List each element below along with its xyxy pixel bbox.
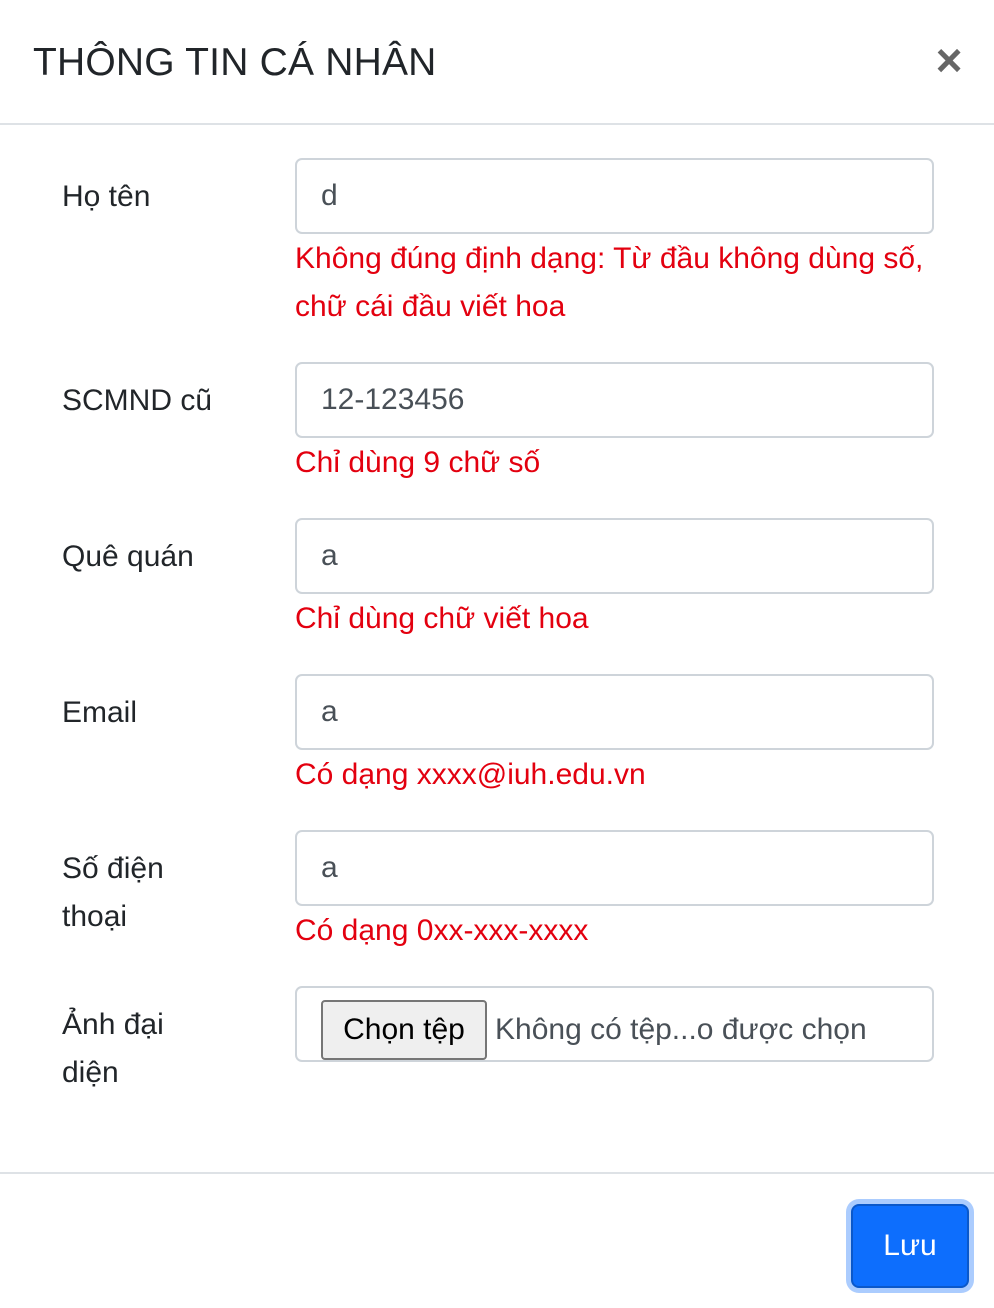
- avatar-file-input[interactable]: Chọn tệp Không có tệp...o được chọn: [295, 986, 934, 1062]
- personal-info-modal: THÔNG TIN CÁ NHÂN × Họ tên Không đúng đị…: [0, 0, 994, 1308]
- email-input[interactable]: [295, 674, 934, 750]
- id-number-label: SCMND cũ: [62, 384, 213, 417]
- phone-input[interactable]: [295, 830, 934, 906]
- phone-label: Số điện thoại: [62, 852, 164, 933]
- hometown-label: Quê quán: [62, 540, 194, 573]
- hometown-input[interactable]: [295, 518, 934, 594]
- id-number-input[interactable]: [295, 362, 934, 438]
- phone-error: Có dạng 0xx-xxx-xxxx: [295, 914, 589, 947]
- full-name-error: Không đúng định dạng: Từ đầu không dùng …: [295, 242, 924, 323]
- full-name-label: Họ tên: [62, 180, 151, 213]
- close-icon[interactable]: ×: [928, 37, 970, 83]
- hometown-error: Chỉ dùng chữ viết hoa: [295, 602, 589, 635]
- modal-header: THÔNG TIN CÁ NHÂN ×: [0, 0, 994, 125]
- choose-file-button[interactable]: Chọn tệp: [321, 1000, 487, 1060]
- email-label: Email: [62, 696, 138, 729]
- modal-title: THÔNG TIN CÁ NHÂN: [33, 41, 437, 84]
- email-error: Có dạng xxxx@iuh.edu.vn: [295, 758, 646, 791]
- full-name-input[interactable]: [295, 158, 934, 234]
- id-number-error: Chỉ dùng 9 chữ số: [295, 446, 541, 479]
- save-button[interactable]: Lưu: [851, 1204, 969, 1288]
- modal-footer: Lưu: [0, 1172, 994, 1308]
- avatar-label: Ảnh đại diện: [62, 1008, 164, 1089]
- file-status-text: Không có tệp...o được chọn: [495, 1013, 867, 1046]
